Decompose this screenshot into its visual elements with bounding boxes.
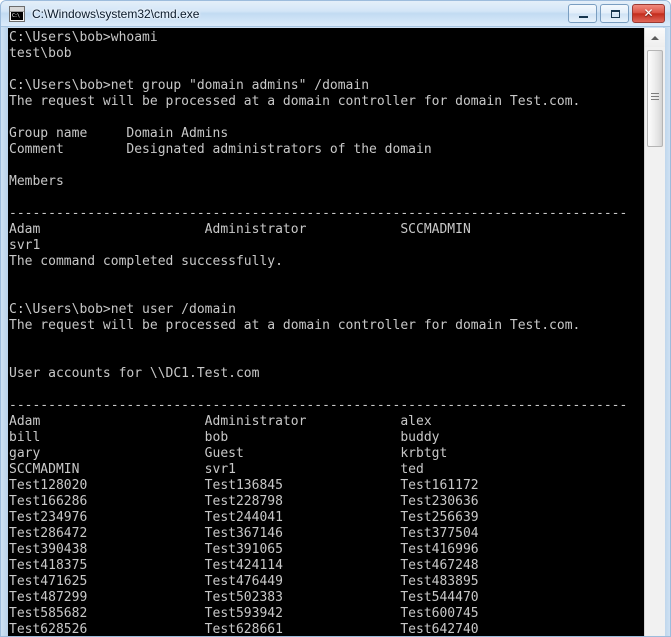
console-client-area: C:\Users\bob>whoami test\bob C:\Users\bo… <box>8 28 665 637</box>
vertical-scrollbar[interactable] <box>644 28 665 636</box>
scroll-thumb-grip-icon <box>651 93 659 102</box>
window-title: C:\Windows\system32\cmd.exe <box>32 7 200 21</box>
maximize-icon <box>611 10 620 18</box>
scroll-thumb[interactable] <box>647 50 663 147</box>
minimize-button[interactable] <box>568 4 597 23</box>
maximize-button[interactable] <box>600 4 629 23</box>
scroll-up-button[interactable] <box>645 28 665 47</box>
console-text: C:\Users\bob>whoami test\bob C:\Users\bo… <box>9 30 628 637</box>
close-button[interactable]: ✕ <box>632 4 665 23</box>
cmd-console-icon: C:\ <box>9 6 25 22</box>
minimize-icon <box>579 16 588 18</box>
close-icon: ✕ <box>643 6 654 20</box>
cmd-window: C:\ C:\Windows\system32\cmd.exe ✕ C:\Use… <box>0 0 671 637</box>
window-frame-left-edge <box>1 27 8 636</box>
console-output-surface[interactable]: C:\Users\bob>whoami test\bob C:\Users\bo… <box>8 28 644 637</box>
icon-screen-glyph: C:\ <box>11 12 23 20</box>
chevron-up-icon <box>651 36 659 40</box>
title-bar[interactable]: C:\ C:\Windows\system32\cmd.exe ✕ <box>1 1 670 27</box>
